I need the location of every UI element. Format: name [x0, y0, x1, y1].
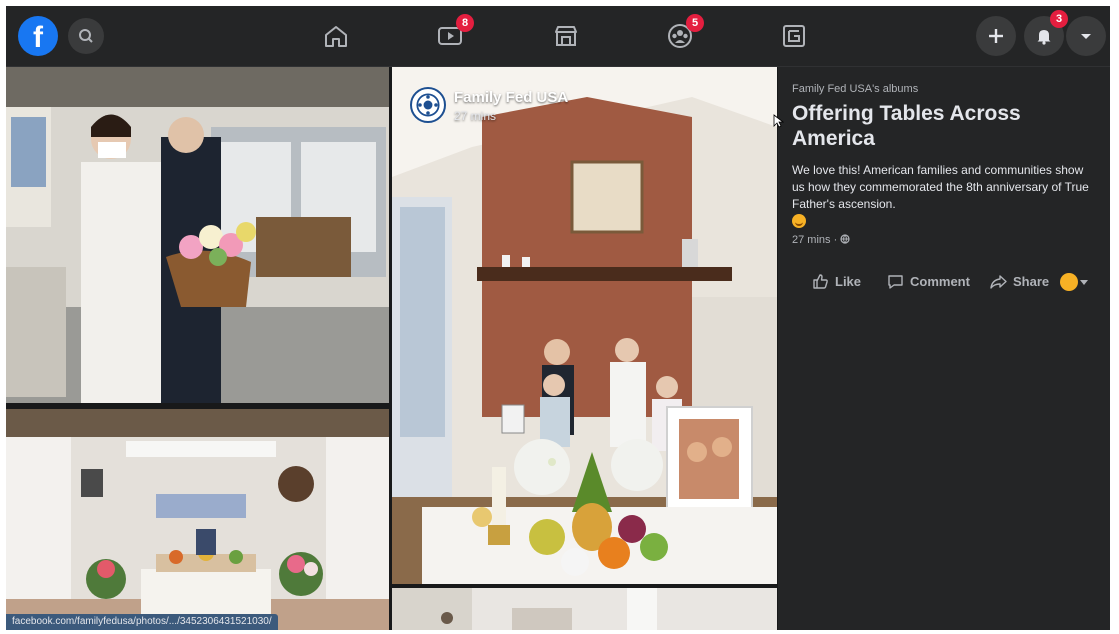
link-preview-url: facebook.com/familyfedusa/photos/.../345… [6, 614, 278, 630]
photo-family-image [392, 67, 777, 584]
nav-groups[interactable]: 5 [666, 14, 704, 50]
home-icon [325, 26, 347, 47]
bell-icon [1037, 30, 1051, 45]
post-action-bar: Like Comment Share [792, 267, 1098, 303]
photo-couple-flowers[interactable] [6, 67, 389, 403]
share-button[interactable]: Share [990, 273, 1049, 290]
post-meta: 27 mins · [792, 234, 850, 246]
top-navigation-bar: f 8 5 3 [6, 6, 1110, 67]
mouse-cursor-icon [773, 114, 784, 128]
comment-button[interactable]: Comment [887, 273, 970, 290]
photo-family-offering-table[interactable] [392, 67, 777, 584]
globe-icon [840, 234, 850, 244]
smile-emoji-icon [792, 214, 806, 228]
thumbs-up-icon [813, 274, 828, 289]
comment-icon [888, 275, 903, 289]
photo-hall-image [6, 409, 389, 630]
comment-label: Comment [910, 274, 970, 289]
share-label: Share [1013, 274, 1050, 289]
post-title: Offering Tables Across America [792, 102, 1021, 150]
reaction-selector-button[interactable] [1060, 273, 1088, 291]
nav-marketplace[interactable] [552, 22, 580, 50]
app-frame: f 8 5 3 facebook.com/familyfedusa/photos… [6, 6, 1110, 630]
post-details-panel: Family Fed USA's albums Offering Tables … [778, 67, 1110, 630]
post-body-text: We love this! American families and comm… [792, 163, 1089, 211]
share-icon [990, 275, 1007, 289]
search-icon [79, 29, 93, 43]
create-button[interactable] [976, 16, 1016, 56]
notifications-badge: 3 [1050, 10, 1068, 28]
album-source-link[interactable]: Family Fed USA's albums [792, 83, 918, 95]
profile-reaction-icon [1060, 273, 1078, 291]
familyfed-avatar[interactable] [410, 87, 446, 123]
caret-down-icon [1080, 279, 1088, 285]
post-timestamp[interactable]: 27 mins · [792, 234, 840, 246]
photo-collage: facebook.com/familyfedusa/photos/.../345… [6, 67, 777, 630]
search-button[interactable] [68, 18, 104, 54]
watch-badge: 8 [456, 14, 474, 32]
facebook-logo[interactable]: f [18, 16, 58, 56]
marketplace-icon [555, 26, 577, 46]
gaming-icon [783, 25, 805, 47]
photo-couple-image [6, 67, 389, 403]
photo-next-preview[interactable] [392, 588, 777, 630]
photo-next-image [392, 588, 777, 630]
photo-timestamp[interactable]: 27 mins [454, 109, 496, 123]
nav-watch[interactable]: 8 [436, 14, 474, 50]
photo-hall-altar[interactable]: facebook.com/familyfedusa/photos/.../345… [6, 409, 389, 630]
photo-page-name[interactable]: Family Fed USA [454, 89, 568, 106]
nav-home[interactable] [322, 22, 350, 50]
account-menu-button[interactable] [1066, 16, 1106, 56]
nav-gaming[interactable] [780, 22, 808, 50]
caret-down-icon [1081, 34, 1091, 39]
like-label: Like [835, 274, 862, 289]
notifications-button[interactable]: 3 [1024, 10, 1068, 56]
plus-icon [989, 29, 1003, 43]
like-button[interactable]: Like [812, 273, 861, 290]
groups-badge: 5 [686, 14, 704, 32]
